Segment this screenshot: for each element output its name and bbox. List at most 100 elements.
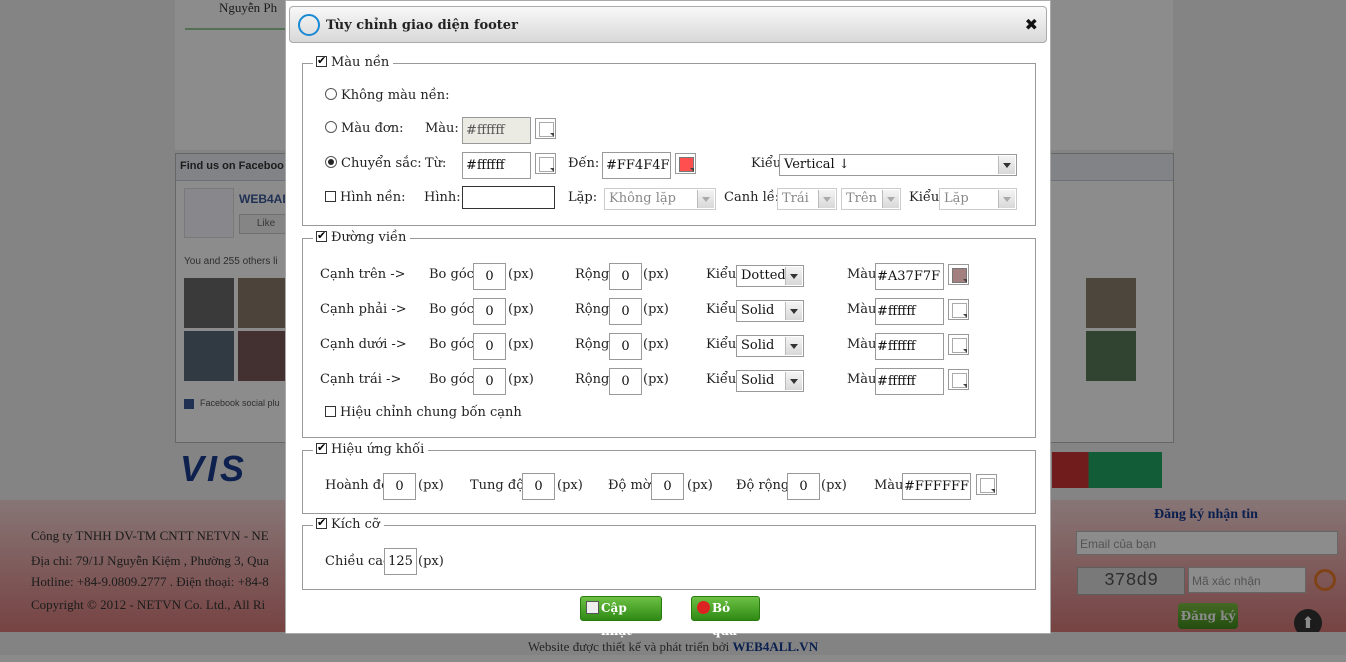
image-option[interactable]: Hình nền:: [325, 190, 406, 205]
shadow-color-input[interactable]: #FFFFFF: [902, 473, 971, 500]
gradient-from-picker[interactable]: [535, 153, 556, 174]
border-width-unit: (px): [643, 302, 669, 317]
solid-option[interactable]: Màu đơn:: [325, 121, 403, 136]
image-input[interactable]: [462, 186, 555, 209]
border-radius-label: Bo góc:: [429, 302, 479, 317]
border-width-label: Rộng:: [575, 302, 614, 317]
border-width-label: Rộng:: [575, 372, 614, 387]
chevron-down-icon: [998, 156, 1015, 174]
border-width-input[interactable]: 0: [609, 263, 642, 290]
gradient-label: Chuyển sắc:: [341, 156, 422, 171]
gradient-kind-value: Vertical ↓: [784, 157, 850, 172]
solid-color-label: Màu:: [425, 121, 459, 136]
repeat-label: Lặp:: [568, 190, 598, 205]
align-label: Canh lề:: [724, 190, 780, 205]
border-radius-label: Bo góc:: [429, 372, 479, 387]
no-bg-radio[interactable]: [325, 88, 337, 100]
cancel-icon: [697, 601, 710, 614]
close-icon[interactable]: ✖: [1025, 15, 1038, 34]
style-select[interactable]: Lặp: [939, 188, 1017, 210]
border-color-input[interactable]: #ffffff: [875, 298, 944, 325]
border-color-picker[interactable]: [948, 264, 969, 285]
border-color-input[interactable]: #ffffff: [875, 368, 944, 395]
update-button[interactable]: Cập nhật: [580, 596, 662, 638]
border-color-input[interactable]: #A37F7F: [875, 263, 944, 290]
shadow-section: Hiệu ứng khối Hoành độ: 0 (px) Tung độ: …: [302, 440, 1036, 514]
all-sides-checkbox[interactable]: [325, 406, 336, 417]
chevron-down-icon: [785, 267, 802, 285]
to-label: Đến:: [568, 156, 600, 171]
border-color-picker[interactable]: [948, 299, 969, 320]
chevron-down-icon: [818, 190, 835, 208]
size-legend[interactable]: Kích cỡ: [313, 515, 384, 533]
solid-color-input[interactable]: #ffffff: [462, 117, 531, 144]
align-h-select[interactable]: Trái: [777, 188, 837, 210]
border-width-unit: (px): [643, 372, 669, 387]
border-legend[interactable]: Đường viền: [313, 228, 411, 246]
border-style-select[interactable]: Solid: [736, 300, 804, 322]
no-bg-option[interactable]: Không màu nền:: [325, 88, 449, 103]
border-radius-input[interactable]: 0: [473, 368, 506, 395]
border-style-select[interactable]: Solid: [736, 370, 804, 392]
shadow-y-unit: (px): [557, 478, 583, 493]
shadow-enable-checkbox[interactable]: [316, 440, 327, 456]
shadow-y-input[interactable]: 0: [522, 473, 555, 500]
footer-customize-dialog: Tùy chỉnh giao diện footer ✖ Màu nền Khô…: [285, 0, 1051, 638]
solid-color-picker[interactable]: [535, 118, 556, 139]
border-legend-label: Đường viền: [331, 230, 407, 245]
align-v-select[interactable]: Trên: [841, 188, 901, 210]
border-section: Đường viền Cạnh trên ->Bo góc:0(px)Rộng:…: [302, 228, 1036, 438]
border-style-value: Solid: [741, 373, 775, 388]
shadow-spread-input[interactable]: 0: [787, 473, 820, 500]
border-color-picker[interactable]: [948, 334, 969, 355]
shadow-color-picker[interactable]: [976, 474, 997, 495]
border-radius-input[interactable]: 0: [473, 333, 506, 360]
shadow-x-input[interactable]: 0: [383, 473, 416, 500]
no-bg-label: Không màu nền:: [341, 88, 450, 103]
gradient-to-picker[interactable]: [675, 153, 696, 174]
solid-radio[interactable]: [325, 121, 337, 133]
repeat-select[interactable]: Không lặp: [604, 188, 716, 210]
shadow-blur-input[interactable]: 0: [651, 473, 684, 500]
border-color-input[interactable]: #ffffff: [875, 333, 944, 360]
style-label: Kiểu: [909, 190, 940, 205]
gradient-kind-select[interactable]: Vertical ↓: [779, 154, 1017, 176]
gradient-radio[interactable]: [325, 156, 337, 168]
border-width-input[interactable]: 0: [609, 298, 642, 325]
border-radius-label: Bo góc:: [429, 267, 479, 282]
shadow-blur-label: Độ mờ:: [608, 478, 655, 493]
chevron-down-icon: [785, 372, 802, 390]
cancel-button[interactable]: Bỏ qua: [691, 596, 760, 638]
gradient-option[interactable]: Chuyển sắc:: [325, 156, 422, 171]
border-style-select[interactable]: Solid: [736, 335, 804, 357]
gradient-to-input[interactable]: #FF4F4F: [602, 152, 671, 179]
border-width-input[interactable]: 0: [609, 368, 642, 395]
border-style-value: Solid: [741, 338, 775, 353]
background-enable-checkbox[interactable]: [316, 53, 327, 69]
border-width-input[interactable]: 0: [609, 333, 642, 360]
border-radius-unit: (px): [508, 302, 534, 317]
border-width-unit: (px): [643, 337, 669, 352]
dialog-title: Tùy chỉnh giao diện footer: [326, 18, 518, 33]
cancel-label: Bỏ qua: [712, 601, 737, 638]
all-sides-option[interactable]: Hiệu chỉnh chung bốn cạnh: [325, 405, 522, 420]
border-style-select[interactable]: Dotted: [736, 265, 804, 287]
border-enable-checkbox[interactable]: [316, 228, 327, 244]
border-radius-unit: (px): [508, 372, 534, 387]
solid-label: Màu đơn:: [341, 121, 404, 136]
border-side-label: Cạnh phải ->: [320, 302, 407, 317]
image-checkbox[interactable]: [325, 191, 336, 202]
border-width-unit: (px): [643, 267, 669, 282]
height-input[interactable]: 125: [384, 548, 417, 575]
border-radius-input[interactable]: 0: [473, 263, 506, 290]
border-radius-input[interactable]: 0: [473, 298, 506, 325]
border-radius-unit: (px): [508, 337, 534, 352]
shadow-legend[interactable]: Hiệu ứng khối: [313, 440, 429, 458]
gradient-from-input[interactable]: #ffffff: [462, 152, 531, 179]
border-color-picker[interactable]: [948, 369, 969, 390]
border-radius-unit: (px): [508, 267, 534, 282]
size-enable-checkbox[interactable]: [316, 515, 327, 531]
align-h-value: Trái: [782, 191, 809, 206]
background-legend[interactable]: Màu nền: [313, 53, 394, 71]
shadow-y-label: Tung độ:: [470, 478, 529, 493]
